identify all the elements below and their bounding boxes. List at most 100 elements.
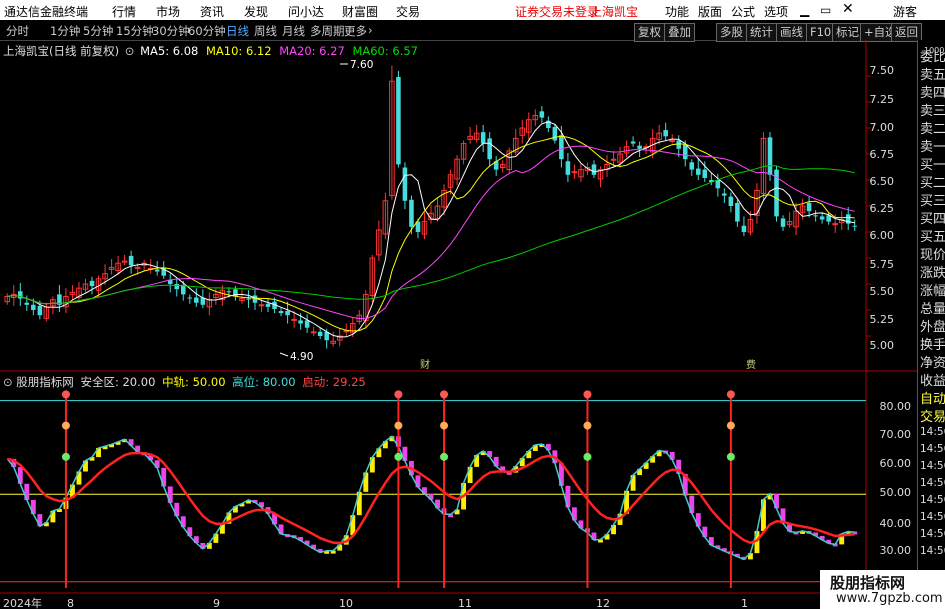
menu-item-layout[interactable]: 版面 [698, 3, 722, 20]
candle-body [246, 298, 251, 300]
close-icon[interactable]: ✕ [842, 1, 854, 17]
y-tick-label: 6.25 [870, 202, 895, 215]
period-tab[interactable]: 月线 [282, 23, 305, 39]
guest-label[interactable]: 游客 [893, 3, 917, 20]
candle-body [559, 135, 564, 160]
candle-body [226, 291, 232, 293]
auto-trade-button[interactable]: 自动 [920, 388, 945, 407]
candle-body [31, 304, 36, 310]
candle-body [696, 168, 701, 175]
period-tab[interactable]: 5分钟 [83, 23, 113, 39]
menu-item-market[interactable]: 市场 [156, 3, 180, 20]
candle-body [702, 169, 708, 178]
candle-body [480, 132, 486, 144]
candle-body [663, 130, 668, 137]
minimize-icon[interactable]: ▁ [800, 3, 809, 17]
candle-body [722, 193, 727, 196]
candle-body [180, 285, 186, 295]
side-item: 总量 [920, 302, 945, 317]
signal-gem-icon [61, 452, 70, 461]
period-tab[interactable]: 周线 [254, 23, 277, 39]
candle-body [552, 126, 558, 141]
watermark-title: 股朋指标网 [830, 574, 906, 592]
candle-body [591, 164, 597, 175]
side-item: 卖三 [920, 104, 945, 119]
x-tick-label: 2024年 [3, 596, 42, 609]
side-item: 买四 [920, 212, 945, 227]
period-tab-active[interactable]: 日线 [226, 23, 249, 39]
y-tick-label: 6.50 [870, 175, 895, 188]
candle-body [194, 297, 199, 303]
side-item: 买一 [920, 158, 945, 173]
auto-trade-button[interactable]: 交易 [920, 406, 945, 425]
candle-body [187, 297, 193, 299]
period-tab[interactable]: 多周期 [310, 23, 345, 39]
y-tick-label: 5.00 [870, 339, 895, 352]
signal-gem-icon [394, 390, 403, 399]
candle-body [539, 111, 545, 118]
signal-gem-icon [394, 452, 403, 461]
menu-item-ask[interactable]: 问小达 [288, 3, 324, 20]
x-tick-label: 12 [596, 597, 610, 609]
menu-item-discover[interactable]: 发现 [244, 3, 268, 20]
candle-body [819, 216, 825, 220]
signal-gem-icon [583, 421, 592, 430]
side-item: 卖二 [920, 122, 945, 137]
candle-body [402, 167, 408, 201]
event-marker-fee[interactable]: 费 [746, 358, 756, 371]
side-item: 买二 [920, 176, 945, 191]
candle-body [134, 266, 141, 269]
side-item: 涨跌 [920, 266, 945, 281]
y-tick-label: 5.50 [870, 285, 895, 298]
ind-y-tick-label: 30.00 [880, 544, 912, 557]
candle-body [304, 320, 310, 328]
side-item: 外盘 [920, 320, 945, 335]
menu-item-news[interactable]: 资讯 [200, 3, 224, 20]
chevron-right-icon[interactable]: › [368, 23, 373, 37]
kline-chart[interactable]: 7.60 4.90 财 费 7.50 7.25 7.00 6.75 6.50 6… [0, 40, 917, 609]
candle-body [317, 331, 323, 336]
candle-body [637, 145, 642, 149]
signal-gem-icon [440, 452, 449, 461]
candle-body [174, 284, 180, 290]
side-item: 卖一 [920, 140, 945, 155]
menu-item-function[interactable]: 功能 [665, 3, 689, 20]
side-item: 现价 [920, 248, 945, 263]
menu-item-formula[interactable]: 公式 [731, 3, 755, 20]
restore-icon[interactable]: ▭ [820, 3, 831, 17]
menu-item-quotes[interactable]: 行情 [112, 3, 136, 20]
side-item: 卖五 [920, 68, 945, 83]
period-tab[interactable]: 30分钟 [152, 23, 190, 39]
ind-y-tick-label: 40.00 [880, 517, 912, 530]
candle-body [689, 162, 695, 170]
tick-time: 14:56 [920, 494, 945, 506]
ma20-line [7, 145, 855, 320]
candle-body [487, 138, 492, 160]
menu-item-trade[interactable]: 交易 [396, 3, 420, 20]
candle-body [806, 202, 812, 212]
high-price-label: 7.60 [350, 59, 373, 71]
menu-item-options[interactable]: 选项 [764, 3, 788, 20]
side-item: 涨幅 [920, 284, 945, 299]
candle-body [298, 320, 303, 324]
menu-item-wealth[interactable]: 财富圈 [342, 3, 378, 20]
period-tab[interactable]: 更多 [344, 23, 367, 39]
signal-gem-icon [726, 452, 735, 461]
candle-body [682, 144, 688, 160]
signal-gem-icon [726, 421, 735, 430]
event-marker-finance[interactable]: 财 [420, 358, 430, 371]
signal-gem-icon [61, 390, 70, 399]
period-tab[interactable]: 分时 [6, 23, 29, 39]
current-stock: 上海凯宝 [590, 5, 639, 19]
y-tick-label: 7.50 [870, 64, 895, 77]
period-tab[interactable]: 60分钟 [188, 23, 226, 39]
candle-body [676, 140, 682, 149]
period-tab[interactable]: 15分钟 [116, 23, 154, 39]
y-tick-label: 7.25 [870, 93, 895, 106]
candle-body [252, 295, 258, 303]
signal-gem-icon [726, 390, 735, 399]
login-notice[interactable]: 证券交易未登录 [515, 3, 599, 20]
watermark: 股朋指标网 www.7gpzb.com [820, 570, 945, 609]
tick-time: 14:56 [920, 460, 945, 472]
period-tab[interactable]: 1分钟 [50, 23, 80, 39]
